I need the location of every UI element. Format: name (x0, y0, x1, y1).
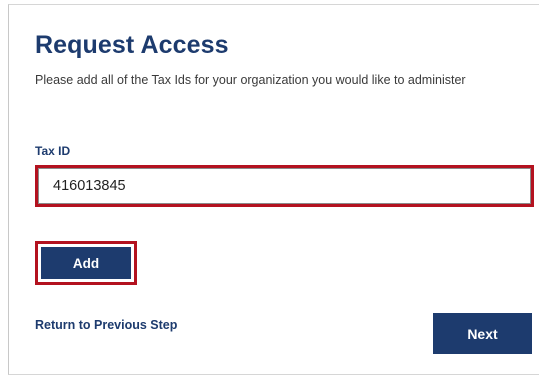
tax-id-input[interactable] (38, 168, 531, 204)
return-to-previous-step-link[interactable]: Return to Previous Step (35, 318, 177, 332)
add-button-highlight: Add (35, 241, 137, 285)
tax-id-highlight (35, 165, 534, 207)
tax-id-label: Tax ID (35, 144, 71, 158)
page-title: Request Access (35, 31, 229, 59)
request-access-panel: Request Access Please add all of the Tax… (8, 4, 539, 375)
next-button[interactable]: Next (433, 313, 532, 354)
add-button[interactable]: Add (41, 247, 131, 279)
page-subtitle: Please add all of the Tax Ids for your o… (35, 73, 466, 87)
